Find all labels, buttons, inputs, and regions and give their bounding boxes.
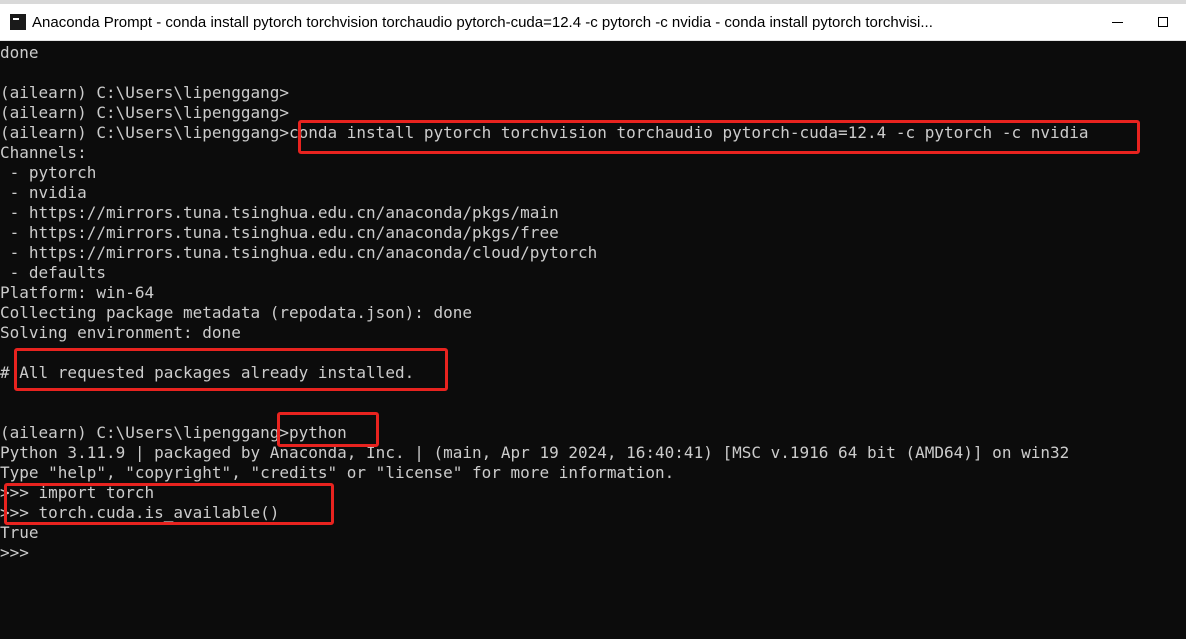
terminal-line: - https://mirrors.tuna.tsinghua.edu.cn/a… bbox=[0, 223, 559, 242]
terminal-line: >>> import torch bbox=[0, 483, 155, 502]
terminal-line: Solving environment: done bbox=[0, 323, 241, 342]
terminal-line: (ailearn) C:\Users\lipenggang> bbox=[0, 83, 289, 102]
terminal-line: (ailearn) C:\Users\lipenggang> bbox=[0, 103, 289, 122]
terminal-line: Platform: win-64 bbox=[0, 283, 155, 302]
terminal-app-icon bbox=[10, 14, 26, 30]
window-title: Anaconda Prompt - conda install pytorch … bbox=[32, 13, 933, 31]
terminal-line: - pytorch bbox=[0, 163, 97, 182]
terminal-line: - https://mirrors.tuna.tsinghua.edu.cn/a… bbox=[0, 243, 598, 262]
terminal-line: Channels: bbox=[0, 143, 87, 162]
minimize-icon bbox=[1111, 21, 1123, 23]
maximize-icon bbox=[1158, 17, 1168, 27]
window-controls bbox=[1094, 4, 1186, 40]
title-bar[interactable]: Anaconda Prompt - conda install pytorch … bbox=[0, 4, 1186, 41]
maximize-button[interactable] bbox=[1140, 4, 1186, 40]
terminal-line: (ailearn) C:\Users\lipenggang>conda inst… bbox=[0, 123, 1089, 142]
terminal-line: done bbox=[0, 43, 39, 62]
terminal-output[interactable]: done (ailearn) C:\Users\lipenggang> (ail… bbox=[0, 41, 1186, 639]
terminal-line: Python 3.11.9 | packaged by Anaconda, In… bbox=[0, 443, 1070, 462]
terminal-line: >>> torch.cuda.is_available() bbox=[0, 503, 280, 522]
terminal-line: - https://mirrors.tuna.tsinghua.edu.cn/a… bbox=[0, 203, 559, 222]
terminal-line: (ailearn) C:\Users\lipenggang>python bbox=[0, 423, 347, 442]
terminal-line: True bbox=[0, 523, 39, 542]
minimize-button[interactable] bbox=[1094, 4, 1140, 40]
terminal-line: Type "help", "copyright", "credits" or "… bbox=[0, 463, 675, 482]
terminal-line: # All requested packages already install… bbox=[0, 363, 415, 382]
terminal-line: - defaults bbox=[0, 263, 106, 282]
terminal-line: >>> bbox=[0, 543, 29, 562]
terminal-line: Collecting package metadata (repodata.js… bbox=[0, 303, 473, 322]
anaconda-prompt-window: Anaconda Prompt - conda install pytorch … bbox=[0, 0, 1186, 639]
terminal-line: - nvidia bbox=[0, 183, 87, 202]
